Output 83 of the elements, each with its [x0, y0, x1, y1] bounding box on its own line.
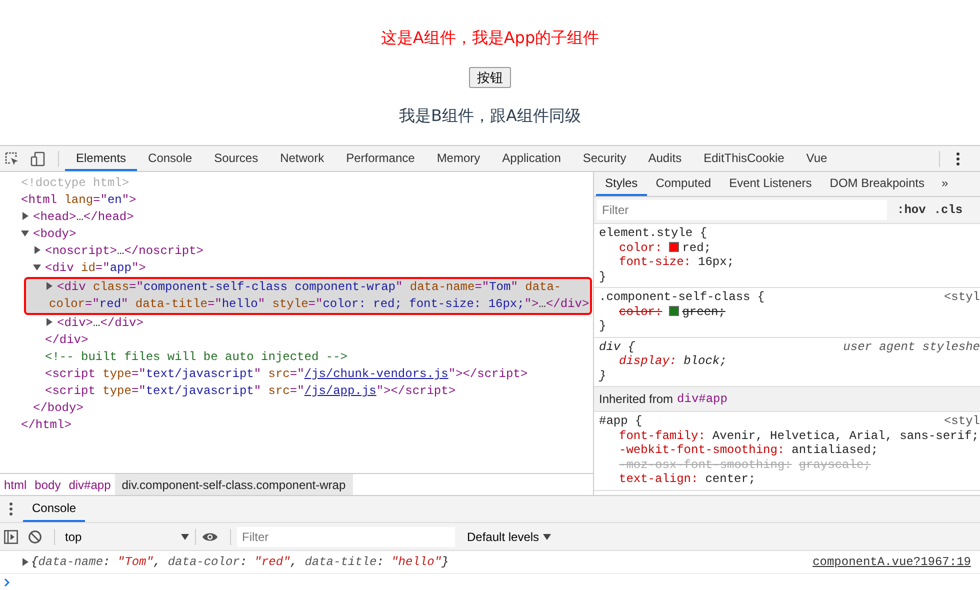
source-link[interactable]: componentA.vue?1967:19 — [812, 555, 971, 569]
triangle-right-icon[interactable] — [22, 558, 29, 566]
eye-icon[interactable] — [202, 532, 218, 542]
devtools-tab[interactable]: Security — [572, 146, 638, 171]
style-source[interactable]: user agent styleshe — [843, 340, 980, 354]
devtools-tab[interactable]: Performance — [335, 146, 426, 171]
css-selector: #app { — [599, 414, 642, 428]
triangle-down-icon[interactable] — [21, 229, 29, 237]
breadcrumb-item[interactable]: html — [0, 474, 31, 495]
css-declaration: color: red; — [618, 240, 712, 255]
dom-node-line[interactable]: <html lang="en"> — [0, 192, 593, 209]
styles-tab[interactable]: Computed — [646, 172, 720, 196]
style-source[interactable]: <styl — [944, 414, 980, 428]
file-link[interactable]: /js/app.js — [304, 384, 376, 398]
devtools-tab[interactable]: Vue — [795, 146, 838, 171]
more-tabs-button[interactable]: » — [933, 172, 956, 196]
breadcrumb-item[interactable]: div.component-self-class.component-wrap — [114, 474, 353, 495]
file-link[interactable]: /js/chunk-vendors.js — [304, 367, 448, 381]
object-preview[interactable]: {data-name: "Tom", data-color: "red", data-title: "hello"} — [31, 555, 449, 569]
css-selector: div { — [599, 340, 636, 354]
devtools-tab[interactable]: Memory — [426, 146, 492, 171]
style-toggle-button[interactable]: .cls — [930, 203, 967, 217]
css-declaration: color: green; — [618, 304, 726, 319]
dom-node-line[interactable]: <body> — [0, 226, 593, 243]
device-icon[interactable] — [30, 150, 46, 166]
css-declaration: -webkit-font-smoothing: antialiased; — [618, 443, 880, 458]
log-levels-dropdown[interactable]: Default levels — [461, 526, 558, 546]
color-swatch[interactable] — [669, 242, 680, 252]
inspect-icon[interactable] — [4, 150, 20, 166]
dom-node-line[interactable]: <div>…</div> — [0, 315, 593, 332]
clear-icon[interactable] — [28, 530, 42, 544]
caret-icon — [543, 534, 552, 540]
prompt-chevron-icon — [4, 578, 10, 586]
devtools-tab[interactable]: EditThisCookie — [692, 146, 796, 171]
inherited-label: Inherited from — [599, 392, 674, 406]
dom-node-line[interactable]: <noscript>…</noscript> — [0, 243, 593, 260]
devtools-tab[interactable]: Sources — [203, 146, 270, 171]
menu-icon[interactable] — [9, 502, 13, 516]
closing-brace: } — [599, 319, 608, 334]
style-toggle-button[interactable]: :hov — [893, 203, 930, 217]
triangle-down-icon[interactable] — [33, 263, 41, 271]
triangle-right-icon[interactable] — [21, 212, 29, 220]
styles-tab[interactable]: DOM Breakpoints — [820, 172, 934, 196]
triangle-right-icon[interactable] — [45, 318, 53, 326]
devtools-tab[interactable]: Application — [491, 146, 572, 171]
devtools-tab[interactable]: Elements — [65, 146, 138, 171]
sidebar-toggle-icon[interactable] — [4, 530, 18, 544]
devtools-tab[interactable]: Audits — [637, 146, 693, 171]
breadcrumb-item[interactable]: body — [30, 474, 65, 495]
closing-brace: } — [599, 270, 608, 284]
component-b-text: 我是B组件，跟A组件同级 — [399, 106, 581, 126]
dom-node-line[interactable]: </html> — [0, 417, 593, 434]
dom-node-line[interactable]: </div> — [0, 332, 593, 349]
page-button[interactable]: 按钮 — [469, 67, 511, 88]
inherited-node-link[interactable]: div#app — [677, 392, 728, 406]
devtools-tab[interactable]: Network — [269, 146, 336, 171]
closing-brace: } — [599, 368, 608, 383]
css-declaration: font-family: Avenir, Helvetica, Arial, sans-serif; — [618, 428, 980, 443]
styles-tab[interactable]: Event Listeners — [720, 172, 821, 196]
css-selector: .component-self-class { — [599, 290, 765, 304]
breadcrumb-item[interactable]: div#app — [64, 474, 115, 495]
menu-icon[interactable] — [956, 152, 960, 166]
component-a-text: 这是A组件，我是App的子组件 — [380, 28, 600, 48]
triangle-right-icon[interactable] — [45, 282, 53, 290]
dom-node-line[interactable]: <script type="text/javascript" src="/js/chunk-vendors.js"></script> — [0, 366, 593, 383]
context-dropdown[interactable]: top — [61, 526, 193, 546]
console-filter-field[interactable]: Filter — [237, 526, 455, 546]
dom-node-line[interactable]: </body> — [0, 400, 593, 417]
css-declaration: -moz-osx-font-smoothing: grayscale; — [618, 458, 872, 472]
css-selector: element.style { — [599, 226, 708, 240]
dom-node-line[interactable]: <head>…</head> — [0, 209, 593, 226]
dom-node-line[interactable]: <!-- built files will be auto injected --> — [0, 349, 593, 366]
css-declaration: font-size: 16px; — [618, 255, 736, 270]
styles-filter-field[interactable]: Filter — [597, 200, 887, 220]
dom-node-line[interactable]: <script type="text/javascript" src="/js/app.js"></script> — [0, 383, 593, 400]
caret-icon — [181, 534, 189, 540]
devtools-tab[interactable]: Console — [137, 146, 204, 171]
css-declaration: text-align: center; — [618, 472, 757, 486]
css-declaration: display: block; — [618, 354, 728, 368]
dom-node-line[interactable]: <div id="app"> — [0, 260, 593, 277]
style-source[interactable]: <styl — [944, 290, 980, 304]
color-swatch[interactable] — [669, 306, 680, 316]
triangle-right-icon[interactable] — [33, 246, 41, 254]
